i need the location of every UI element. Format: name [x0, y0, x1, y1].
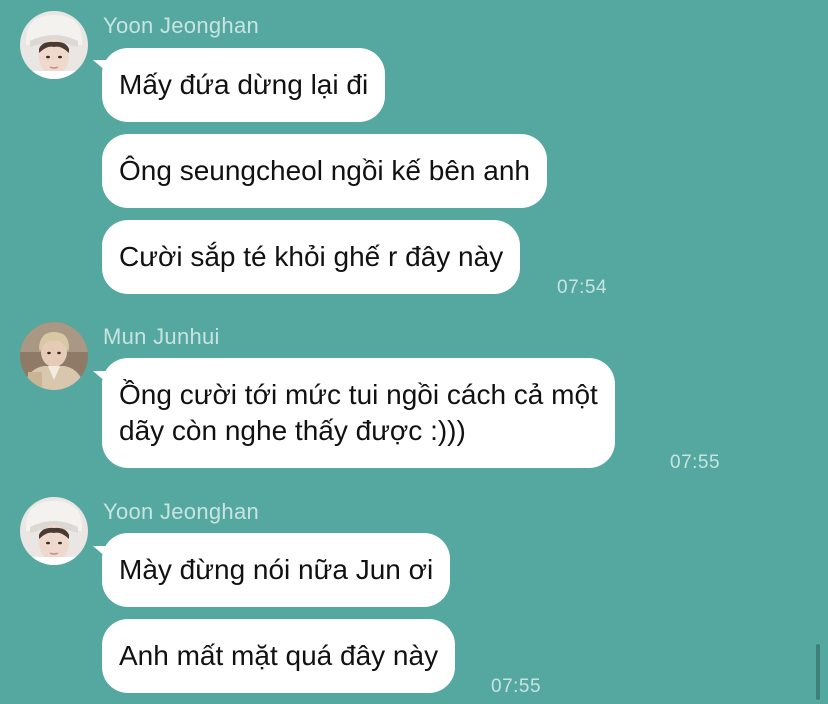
- message-bubble[interactable]: Ồng cười tới mức tui ngồi cách cả một dã…: [102, 358, 615, 468]
- avatar-mun-junhui[interactable]: [20, 322, 88, 390]
- message-text: Ông seungcheol ngồi kế bên anh: [119, 155, 530, 186]
- message-text-line: dãy còn nghe thấy được :))): [119, 415, 466, 446]
- sender-name: Mun Junhui: [103, 324, 220, 349]
- avatar-yoon-jeonghan[interactable]: [20, 11, 88, 79]
- message-text: Anh mất mặt quá đây này: [119, 640, 439, 671]
- message-timestamp: 07:55: [491, 676, 542, 697]
- message-bubble[interactable]: Anh mất mặt quá đây này: [102, 619, 456, 693]
- scroll-indicator[interactable]: [816, 644, 820, 700]
- message-text: Mày đừng nói nữa Jun ơi: [119, 554, 434, 585]
- message-text: Cười sắp té khỏi ghế r đây này: [119, 241, 504, 272]
- message-bubble[interactable]: Cười sắp té khỏi ghế r đây này: [102, 220, 521, 294]
- message-bubble[interactable]: Mày đừng nói nữa Jun ơi: [102, 533, 451, 607]
- avatar-yoon-jeonghan[interactable]: [20, 497, 88, 565]
- message-timestamp: 07:55: [670, 452, 721, 473]
- message-text-line: Ồng cười tới mức tui ngồi cách cả một: [119, 379, 598, 410]
- sender-name: Yoon Jeonghan: [103, 499, 260, 524]
- message-text: Mấy đứa dừng lại đi: [119, 69, 369, 100]
- sender-name: Yoon Jeonghan: [103, 13, 260, 38]
- message-timestamp: 07:54: [557, 277, 608, 298]
- message-bubble[interactable]: Mấy đứa dừng lại đi: [102, 48, 386, 122]
- message-bubble[interactable]: Ông seungcheol ngồi kế bên anh: [102, 134, 547, 208]
